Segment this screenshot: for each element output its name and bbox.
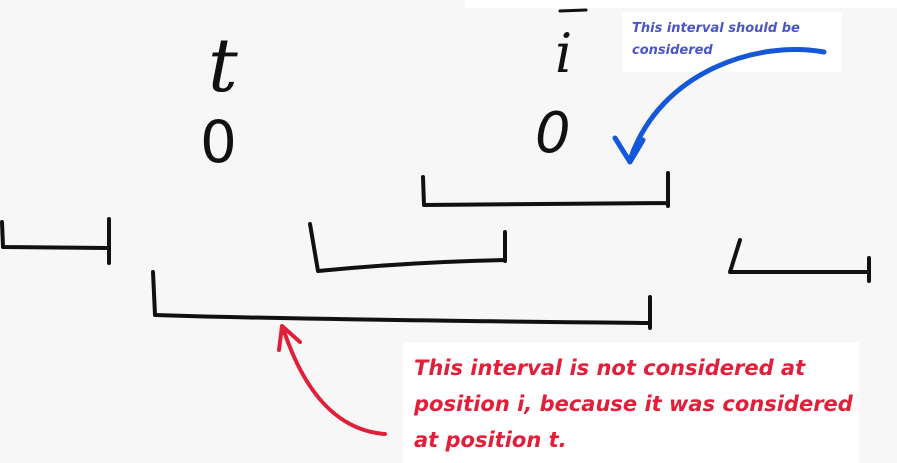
label-zero-right: 0: [535, 101, 571, 166]
blue-annotation: This interval should be considered: [632, 21, 800, 58]
interval-upper: [421, 171, 670, 208]
blue-arrow: [627, 47, 827, 163]
red-arrow: [281, 326, 387, 436]
interval-far-left: [0, 217, 111, 265]
label-i-bar: [558, 8, 588, 13]
label-i: i: [555, 22, 572, 85]
interval-middle: [308, 222, 507, 273]
label-zero-left: 0: [200, 108, 237, 176]
interval-right: [728, 238, 871, 283]
interval-long: [151, 270, 652, 330]
interval-diagram: t i 0 0 This interval should be consider…: [0, 0, 897, 463]
red-annotation: This interval is not considered at posit…: [414, 356, 853, 452]
label-t: t: [208, 23, 238, 109]
